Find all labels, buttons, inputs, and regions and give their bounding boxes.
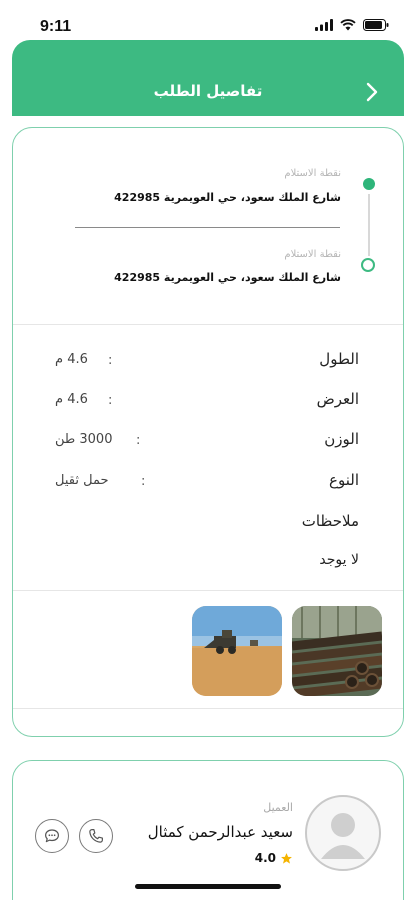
chevron-right-icon bbox=[366, 82, 378, 102]
type-value: حمل ثقيل bbox=[55, 473, 109, 488]
section-divider bbox=[13, 708, 403, 709]
signal-icon bbox=[315, 19, 333, 31]
header-bar: تفاصيل الطلب bbox=[12, 40, 404, 116]
section-divider bbox=[13, 324, 403, 325]
type-colon: : bbox=[141, 474, 146, 489]
status-time: 9:11 bbox=[40, 18, 72, 35]
pickup-dot bbox=[363, 178, 375, 190]
pickup-label: نقطة الاستلام bbox=[284, 168, 341, 179]
weight-label: الوزن bbox=[324, 430, 359, 448]
call-button[interactable] bbox=[79, 819, 113, 853]
weight-value: 3000 طن bbox=[55, 432, 113, 447]
pickup-address: شارع الملك سعود، حي العويمرية 422985 bbox=[114, 191, 341, 204]
length-colon: : bbox=[108, 353, 113, 368]
type-label: النوع bbox=[329, 471, 359, 489]
status-bar: 9:11 bbox=[0, 0, 415, 40]
width-label: العرض bbox=[316, 390, 359, 408]
chat-button[interactable] bbox=[35, 819, 69, 853]
dropoff-label: نقطة الاستلام bbox=[284, 249, 341, 260]
phone-icon bbox=[89, 829, 103, 843]
route-line bbox=[368, 194, 370, 256]
battery-icon bbox=[363, 19, 389, 31]
client-name: سعيد عبدالرحمن كمثال bbox=[147, 823, 293, 841]
client-card: العميل سعيد عبدالرحمن كمثال 4.0 bbox=[12, 760, 404, 900]
cargo-photo-pipes[interactable] bbox=[292, 606, 382, 696]
home-indicator bbox=[135, 884, 281, 889]
rating-value: 4.0 bbox=[254, 851, 276, 865]
order-details-card: نقطة الاستلام شارع الملك سعود، حي العويم… bbox=[12, 127, 404, 737]
dropoff-address: شارع الملك سعود، حي العويمرية 422985 bbox=[114, 271, 341, 284]
dropoff-dot bbox=[361, 258, 375, 272]
width-value: 4.6 م bbox=[55, 392, 88, 407]
notes-value: لا يوجد bbox=[319, 552, 359, 568]
client-label: العميل bbox=[263, 801, 293, 814]
status-icons bbox=[315, 19, 389, 31]
client-rating: 4.0 bbox=[255, 851, 293, 865]
client-avatar bbox=[305, 795, 381, 871]
address-divider bbox=[75, 227, 340, 228]
weight-colon: : bbox=[136, 433, 141, 448]
chat-icon bbox=[45, 829, 59, 843]
width-colon: : bbox=[108, 393, 113, 408]
back-button[interactable] bbox=[360, 80, 384, 104]
length-label: الطول bbox=[319, 350, 359, 368]
star-icon bbox=[281, 852, 292, 864]
page-title: تفاصيل الطلب bbox=[153, 82, 263, 100]
user-avatar-icon bbox=[321, 813, 365, 859]
cargo-photo-loader[interactable] bbox=[192, 606, 282, 696]
wifi-icon bbox=[340, 19, 356, 31]
length-value: 4.6 م bbox=[55, 352, 88, 367]
notes-label: ملاحظات bbox=[301, 512, 359, 530]
section-divider bbox=[13, 590, 403, 591]
